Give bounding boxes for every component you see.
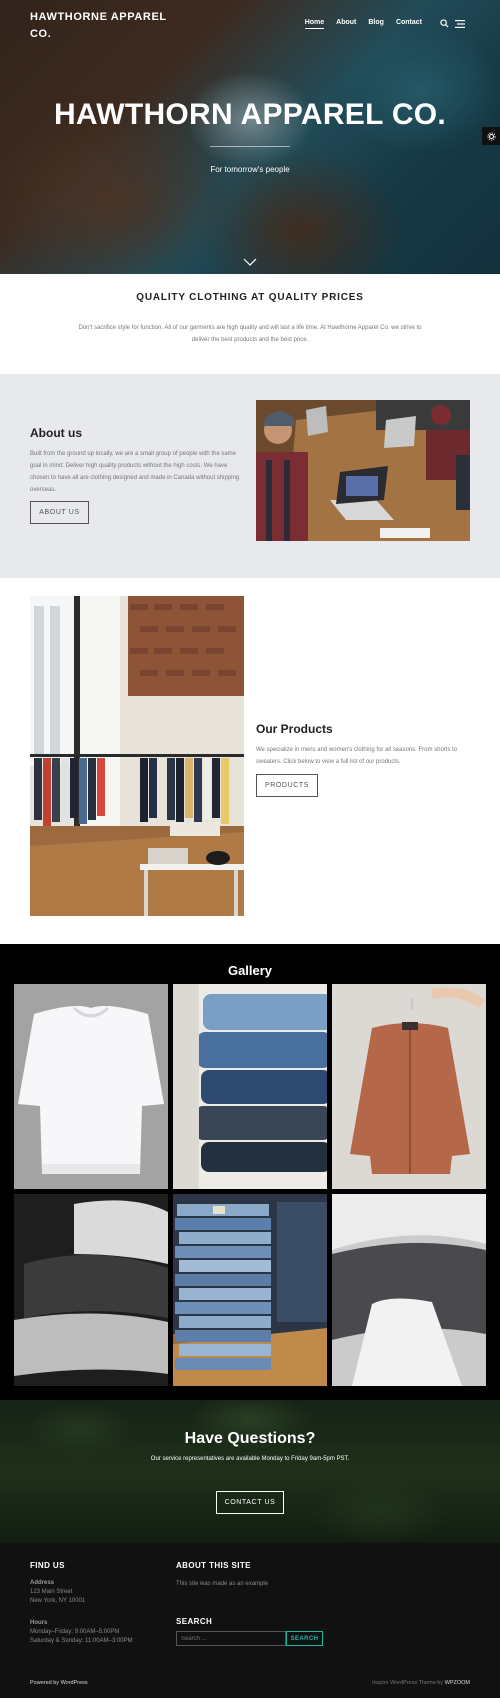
theme-credit: Inspiro WordPress Theme by WPZOOM	[372, 1680, 470, 1686]
gallery-item-rust-jacket[interactable]	[332, 984, 486, 1189]
footer-search-input[interactable]	[176, 1631, 286, 1646]
footer-hours-line1: Monday–Friday: 9:00AM–5:00PM	[30, 1629, 120, 1635]
footer-search-heading: SEARCH	[176, 1617, 213, 1626]
cta-heading: Have Questions?	[184, 1430, 316, 1447]
nav-home[interactable]: Home	[304, 19, 325, 29]
about-us-button[interactable]: ABOUT US	[30, 501, 89, 524]
products-image	[30, 596, 244, 916]
products-heading: Our Products	[256, 722, 333, 736]
hero-divider	[210, 146, 290, 147]
products-section: Our Products We specialize in mens and w…	[0, 578, 500, 944]
hero-section: HAWTHORNE APPAREL CO. Home About Blog Co…	[0, 0, 500, 274]
theme-credit-prefix: Inspiro WordPress Theme by	[372, 1680, 444, 1686]
nav-contact[interactable]: Contact	[396, 19, 422, 29]
intro-text: Don't sacrifice style for function. All …	[78, 325, 422, 343]
nav-blog[interactable]: Blog	[368, 19, 384, 29]
footer-address-line1: 123 Main Street	[30, 1589, 73, 1595]
footer-find-us-heading: FIND US	[30, 1561, 65, 1570]
footer-address-line2: New York, NY 10001	[30, 1598, 86, 1604]
gallery-item-white-sweatshirt[interactable]	[14, 984, 168, 1189]
products-text: We specialize in mens and women's clothi…	[256, 747, 458, 765]
cta-section: Have Questions? Our service representati…	[0, 1400, 500, 1543]
scroll-down-chevron-icon[interactable]	[243, 258, 257, 266]
footer-address: Address 123 Main Street New York, NY 100…	[30, 1579, 150, 1606]
hero-title: HAWTHORN APPAREL CO.	[53, 98, 447, 131]
main-nav: Home About Blog Contact	[304, 19, 422, 29]
gallery-item-jeans-stack[interactable]	[173, 1194, 327, 1386]
gallery-heading: Gallery	[227, 963, 273, 978]
contact-us-button[interactable]: CONTACT US	[216, 1491, 284, 1514]
intro-heading: QUALITY CLOTHING AT QUALITY PRICES	[136, 292, 364, 303]
footer-about-text: This site was made as an example	[176, 1581, 269, 1587]
site-footer: FIND US Address 123 Main Street New York…	[0, 1543, 500, 1698]
hero-subtitle: For tomorrow's people	[210, 165, 290, 174]
settings-gear-icon[interactable]	[482, 127, 500, 145]
about-heading: About us	[30, 426, 82, 440]
gallery-item-knit-stack-bw[interactable]	[14, 1194, 168, 1386]
footer-hours-label: Hours	[30, 1620, 48, 1626]
gallery-item-knit-sweaters[interactable]	[332, 1194, 486, 1386]
search-icon[interactable]	[440, 19, 449, 28]
footer-about-heading: ABOUT THIS SITE	[176, 1561, 251, 1570]
gallery-section: Gallery	[0, 944, 500, 1400]
theme-credit-brand-link[interactable]: WPZOOM	[445, 1680, 470, 1686]
cta-text: Our service representatives are availabl…	[150, 1456, 350, 1462]
footer-address-label: Address	[30, 1580, 55, 1586]
intro-section: QUALITY CLOTHING AT QUALITY PRICES Don't…	[0, 274, 500, 374]
powered-by-link[interactable]: Powered by WordPress	[30, 1680, 88, 1686]
products-button[interactable]: PRODUCTS	[256, 774, 318, 797]
footer-hours: Hours Monday–Friday: 9:00AM–5:00PM Satur…	[30, 1619, 170, 1646]
site-logo[interactable]: HAWTHORNE APPAREL CO.	[30, 9, 180, 43]
footer-hours-line2: Saturday & Sunday: 11:00AM–3:00PM	[30, 1638, 133, 1644]
hamburger-menu-icon[interactable]	[455, 20, 465, 28]
about-section: About us Built from the ground up locall…	[0, 374, 500, 578]
gallery-item-folded-jeans[interactable]	[173, 984, 327, 1189]
nav-about[interactable]: About	[336, 19, 356, 29]
about-image	[256, 400, 470, 541]
footer-search-button[interactable]: SEARCH	[286, 1631, 323, 1646]
about-text: Built from the ground up locally, we are…	[30, 451, 240, 493]
